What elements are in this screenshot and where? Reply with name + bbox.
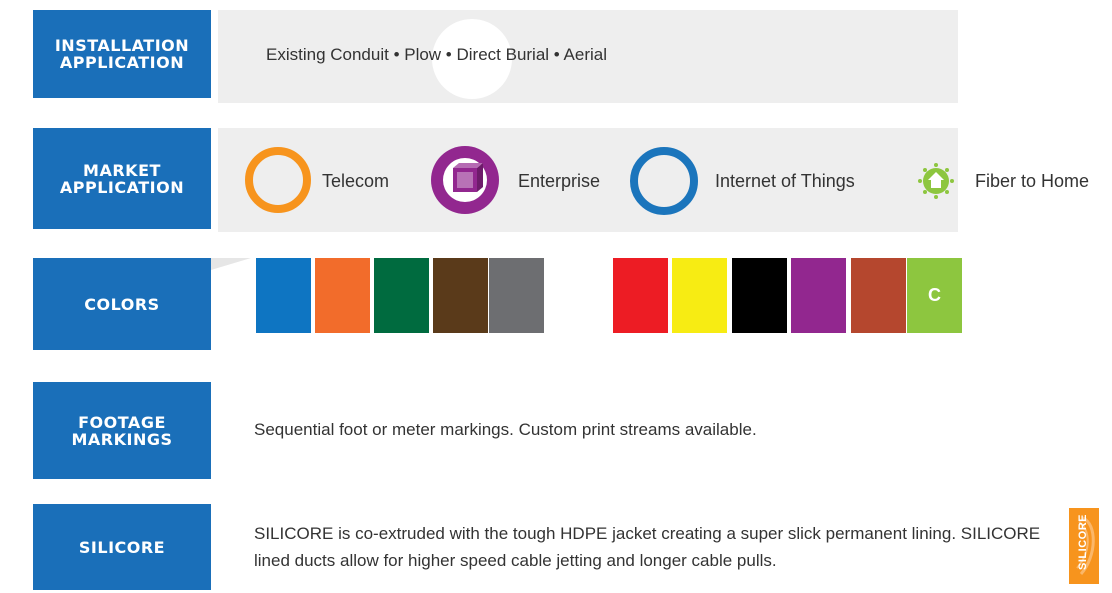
color-swatch-yellow: [672, 258, 727, 333]
installation-application-label: INSTALLATION APPLICATION: [33, 10, 211, 98]
footage-markings-text: Sequential foot or meter markings. Custo…: [254, 420, 757, 439]
installation-application-label-text: INSTALLATION APPLICATION: [54, 36, 190, 72]
color-swatch-slate: [489, 258, 544, 333]
footage-markings-label-text: FOOTAGE MARKINGS: [71, 412, 173, 449]
color-swatch-green: [374, 258, 429, 333]
custom-color-letter: C: [928, 285, 941, 305]
color-swatch-custom: C: [907, 258, 962, 333]
color-swatch-orange: [315, 258, 370, 333]
silicore-description: SILICORE is co-extruded with the tough H…: [254, 524, 1041, 570]
market-item-telecom-label: Telecom: [322, 171, 390, 191]
silicore-label-text: SILICORE: [78, 537, 166, 557]
telecom-ring-icon: [245, 147, 311, 213]
color-swatch-red: [613, 258, 668, 333]
silicore-logo-text: SILICORE: [1076, 514, 1089, 570]
color-swatch-rose: [851, 258, 906, 333]
enterprise-cube-icon: [431, 146, 499, 214]
footage-markings-label: FOOTAGE MARKINGS: [33, 382, 211, 479]
colors-label-text: COLORS: [84, 294, 160, 314]
iot-ring-icon: [630, 147, 698, 215]
market-application-label: MARKET APPLICATION: [33, 128, 211, 229]
fiber-home-icon: [918, 163, 954, 199]
market-application-label-text: MARKET APPLICATION: [59, 160, 185, 197]
color-swatch-black: [732, 258, 787, 333]
color-swatch-blue: [256, 258, 311, 333]
market-item-enterprise-label: Enterprise: [518, 171, 601, 191]
silicore-logo: SILICORE: [1069, 508, 1099, 584]
installation-panel: Existing Conduit • Plow • Direct Burial …: [218, 10, 958, 103]
color-swatch-brown: [433, 258, 488, 333]
market-item-fiber-home-label: Fiber to Home: [975, 171, 1090, 191]
installation-methods: Existing Conduit • Plow • Direct Burial …: [266, 45, 607, 64]
silicore-label: SILICORE: [33, 504, 211, 590]
market-item-iot-label: Internet of Things: [715, 171, 855, 191]
label-shadow-decoration: [211, 258, 251, 320]
color-swatch-violet: [791, 258, 846, 333]
colors-label: COLORS: [33, 258, 211, 350]
